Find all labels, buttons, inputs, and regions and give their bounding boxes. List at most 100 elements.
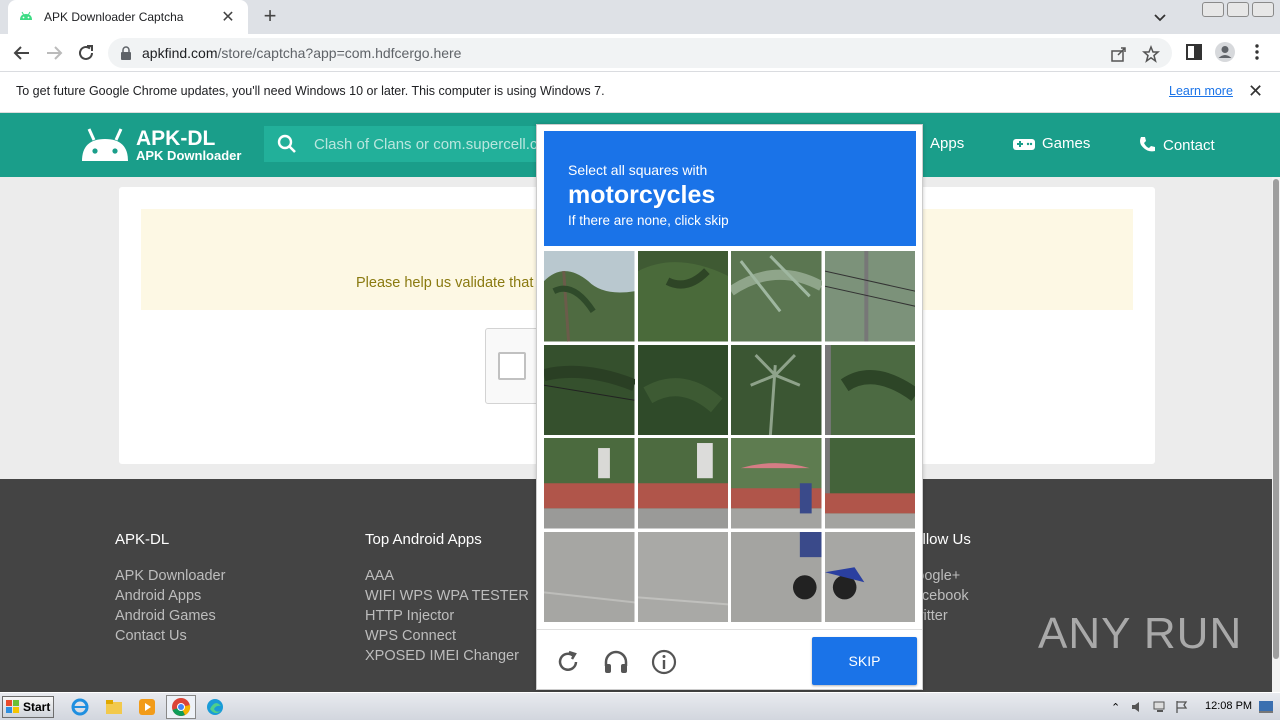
- search-icon[interactable]: [276, 133, 298, 155]
- captcha-tile[interactable]: [824, 251, 915, 342]
- captcha-header: Select all squares with motorcycles If t…: [544, 131, 916, 246]
- close-window-button[interactable]: [1252, 2, 1274, 17]
- footer-col-top-apps: Top Android Apps AAA WIFI WPS WPA TESTER…: [365, 531, 529, 666]
- captcha-tile[interactable]: [544, 531, 635, 622]
- tab-strip: APK Downloader Captcha ✕ +: [0, 0, 1280, 34]
- footer-link[interactable]: WPS Connect: [365, 626, 529, 646]
- bookmark-star-icon[interactable]: [1142, 45, 1160, 63]
- captcha-skip-hint: If there are none, click skip: [568, 213, 729, 228]
- nav-apps[interactable]: Apps: [930, 135, 964, 152]
- start-button[interactable]: Start: [2, 696, 54, 718]
- minimize-button[interactable]: [1202, 2, 1224, 17]
- update-infobar: To get future Google Chrome updates, you…: [0, 72, 1280, 113]
- captcha-tile[interactable]: [637, 251, 728, 342]
- captcha-instruction: Select all squares with: [568, 162, 708, 178]
- windows-logo-icon: [6, 700, 19, 713]
- action-center-flag-icon[interactable]: [1174, 699, 1190, 715]
- captcha-tile[interactable]: [637, 344, 728, 435]
- android-logo-icon[interactable]: [80, 125, 130, 163]
- android-favicon-icon: [20, 11, 32, 20]
- chevron-down-icon[interactable]: [1150, 7, 1170, 27]
- address-bar[interactable]: apkfind.com/store/captcha?app=com.hdfcer…: [108, 38, 1172, 68]
- footer-heading: Top Android Apps: [365, 531, 482, 548]
- maximize-button[interactable]: [1227, 2, 1249, 17]
- footer-link[interactable]: WIFI WPS WPA TESTER: [365, 586, 529, 606]
- infobar-message: To get future Google Chrome updates, you…: [16, 84, 605, 98]
- footer-link[interactable]: Contact Us: [115, 626, 225, 646]
- reload-icon[interactable]: [75, 42, 97, 64]
- lock-icon[interactable]: [120, 46, 132, 60]
- window-controls: [1202, 2, 1274, 17]
- internet-explorer-icon[interactable]: [70, 697, 90, 717]
- footer-heading: APK-DL: [115, 531, 170, 548]
- phone-icon: [1140, 137, 1155, 152]
- tray-expand-icon[interactable]: ⌃: [1111, 701, 1120, 714]
- footer-link[interactable]: HTTP Injector: [365, 606, 529, 626]
- system-clock[interactable]: 12:08 PM: [1205, 700, 1252, 712]
- back-icon[interactable]: [11, 42, 33, 64]
- footer-link[interactable]: AAA: [365, 566, 529, 586]
- nav-apps-label: Apps: [930, 135, 965, 152]
- footer-link[interactable]: Android Games: [115, 606, 225, 626]
- windows-taskbar: Start ⌃ 12:08 PM: [0, 692, 1280, 720]
- nav-contact-label: Contact: [1163, 136, 1215, 154]
- url-text: apkfind.com/store/captcha?app=com.hdfcer…: [142, 45, 462, 61]
- search-box: [264, 126, 554, 162]
- captcha-dialog: Select all squares with motorcycles If t…: [536, 124, 923, 690]
- nav-contact[interactable]: Contact: [1137, 135, 1215, 155]
- media-player-icon[interactable]: [137, 697, 157, 717]
- captcha-tile[interactable]: [544, 251, 635, 342]
- captcha-tile[interactable]: [824, 344, 915, 435]
- captcha-tile[interactable]: [544, 438, 635, 529]
- new-tab-button[interactable]: +: [258, 5, 282, 29]
- forward-icon[interactable]: [43, 42, 65, 64]
- nav-games[interactable]: Games: [1012, 135, 1090, 152]
- folder-icon[interactable]: [104, 697, 124, 717]
- captcha-image-grid: [544, 251, 915, 622]
- learn-more-link[interactable]: Learn more: [1169, 84, 1233, 98]
- captcha-tile[interactable]: [824, 531, 915, 622]
- tab-title: APK Downloader Captcha: [44, 10, 184, 24]
- close-tab-icon[interactable]: ✕: [218, 7, 238, 27]
- skip-button[interactable]: SKIP: [812, 637, 917, 685]
- footer-link[interactable]: XPOSED IMEI Changer: [365, 646, 529, 666]
- captcha-tile[interactable]: [637, 438, 728, 529]
- browser-tab[interactable]: APK Downloader Captcha ✕: [8, 0, 248, 34]
- captcha-tile[interactable]: [824, 438, 915, 529]
- footer-col-apkdl: APK-DL APK Downloader Android Apps Andro…: [115, 531, 225, 646]
- page-scrollbar[interactable]: [1272, 177, 1280, 692]
- gamepad-icon: [1013, 138, 1035, 150]
- network-icon[interactable]: [1152, 699, 1168, 715]
- headphones-icon[interactable]: [602, 648, 630, 676]
- browser-toolbar: apkfind.com/store/captcha?app=com.hdfcer…: [0, 34, 1280, 72]
- kebab-menu-icon[interactable]: [1246, 41, 1268, 63]
- edge-icon[interactable]: [205, 697, 225, 717]
- reload-icon[interactable]: [554, 648, 582, 676]
- close-icon[interactable]: ✕: [1248, 81, 1263, 102]
- captcha-tile[interactable]: [731, 344, 822, 435]
- watermark-text: ANY RUN: [1038, 609, 1243, 658]
- footer-link[interactable]: APK Downloader: [115, 566, 225, 586]
- system-tray: ⌃: [1105, 695, 1280, 719]
- chrome-icon: [172, 698, 191, 716]
- info-icon[interactable]: [650, 648, 678, 676]
- captcha-tile[interactable]: [731, 438, 822, 529]
- share-icon[interactable]: [1110, 45, 1128, 63]
- footer-link[interactable]: Android Apps: [115, 586, 225, 606]
- side-panel-icon[interactable]: [1183, 41, 1205, 63]
- captcha-target: motorcycles: [568, 181, 716, 209]
- profile-avatar-icon[interactable]: [1214, 41, 1236, 63]
- chrome-taskbar-button[interactable]: [166, 695, 196, 719]
- show-desktop-icon[interactable]: [1258, 699, 1274, 715]
- captcha-tile[interactable]: [637, 531, 728, 622]
- captcha-tile[interactable]: [731, 251, 822, 342]
- captcha-footer: SKIP: [537, 629, 922, 691]
- captcha-tile[interactable]: [731, 531, 822, 622]
- recaptcha-checkbox[interactable]: [498, 352, 526, 380]
- logo-subtitle[interactable]: APK Downloader: [136, 148, 241, 163]
- search-input[interactable]: [314, 135, 544, 153]
- scrollbar-thumb[interactable]: [1273, 179, 1279, 659]
- volume-icon[interactable]: [1130, 699, 1146, 715]
- captcha-tile[interactable]: [544, 344, 635, 435]
- anyrun-watermark: ANY RUN: [1038, 609, 1242, 659]
